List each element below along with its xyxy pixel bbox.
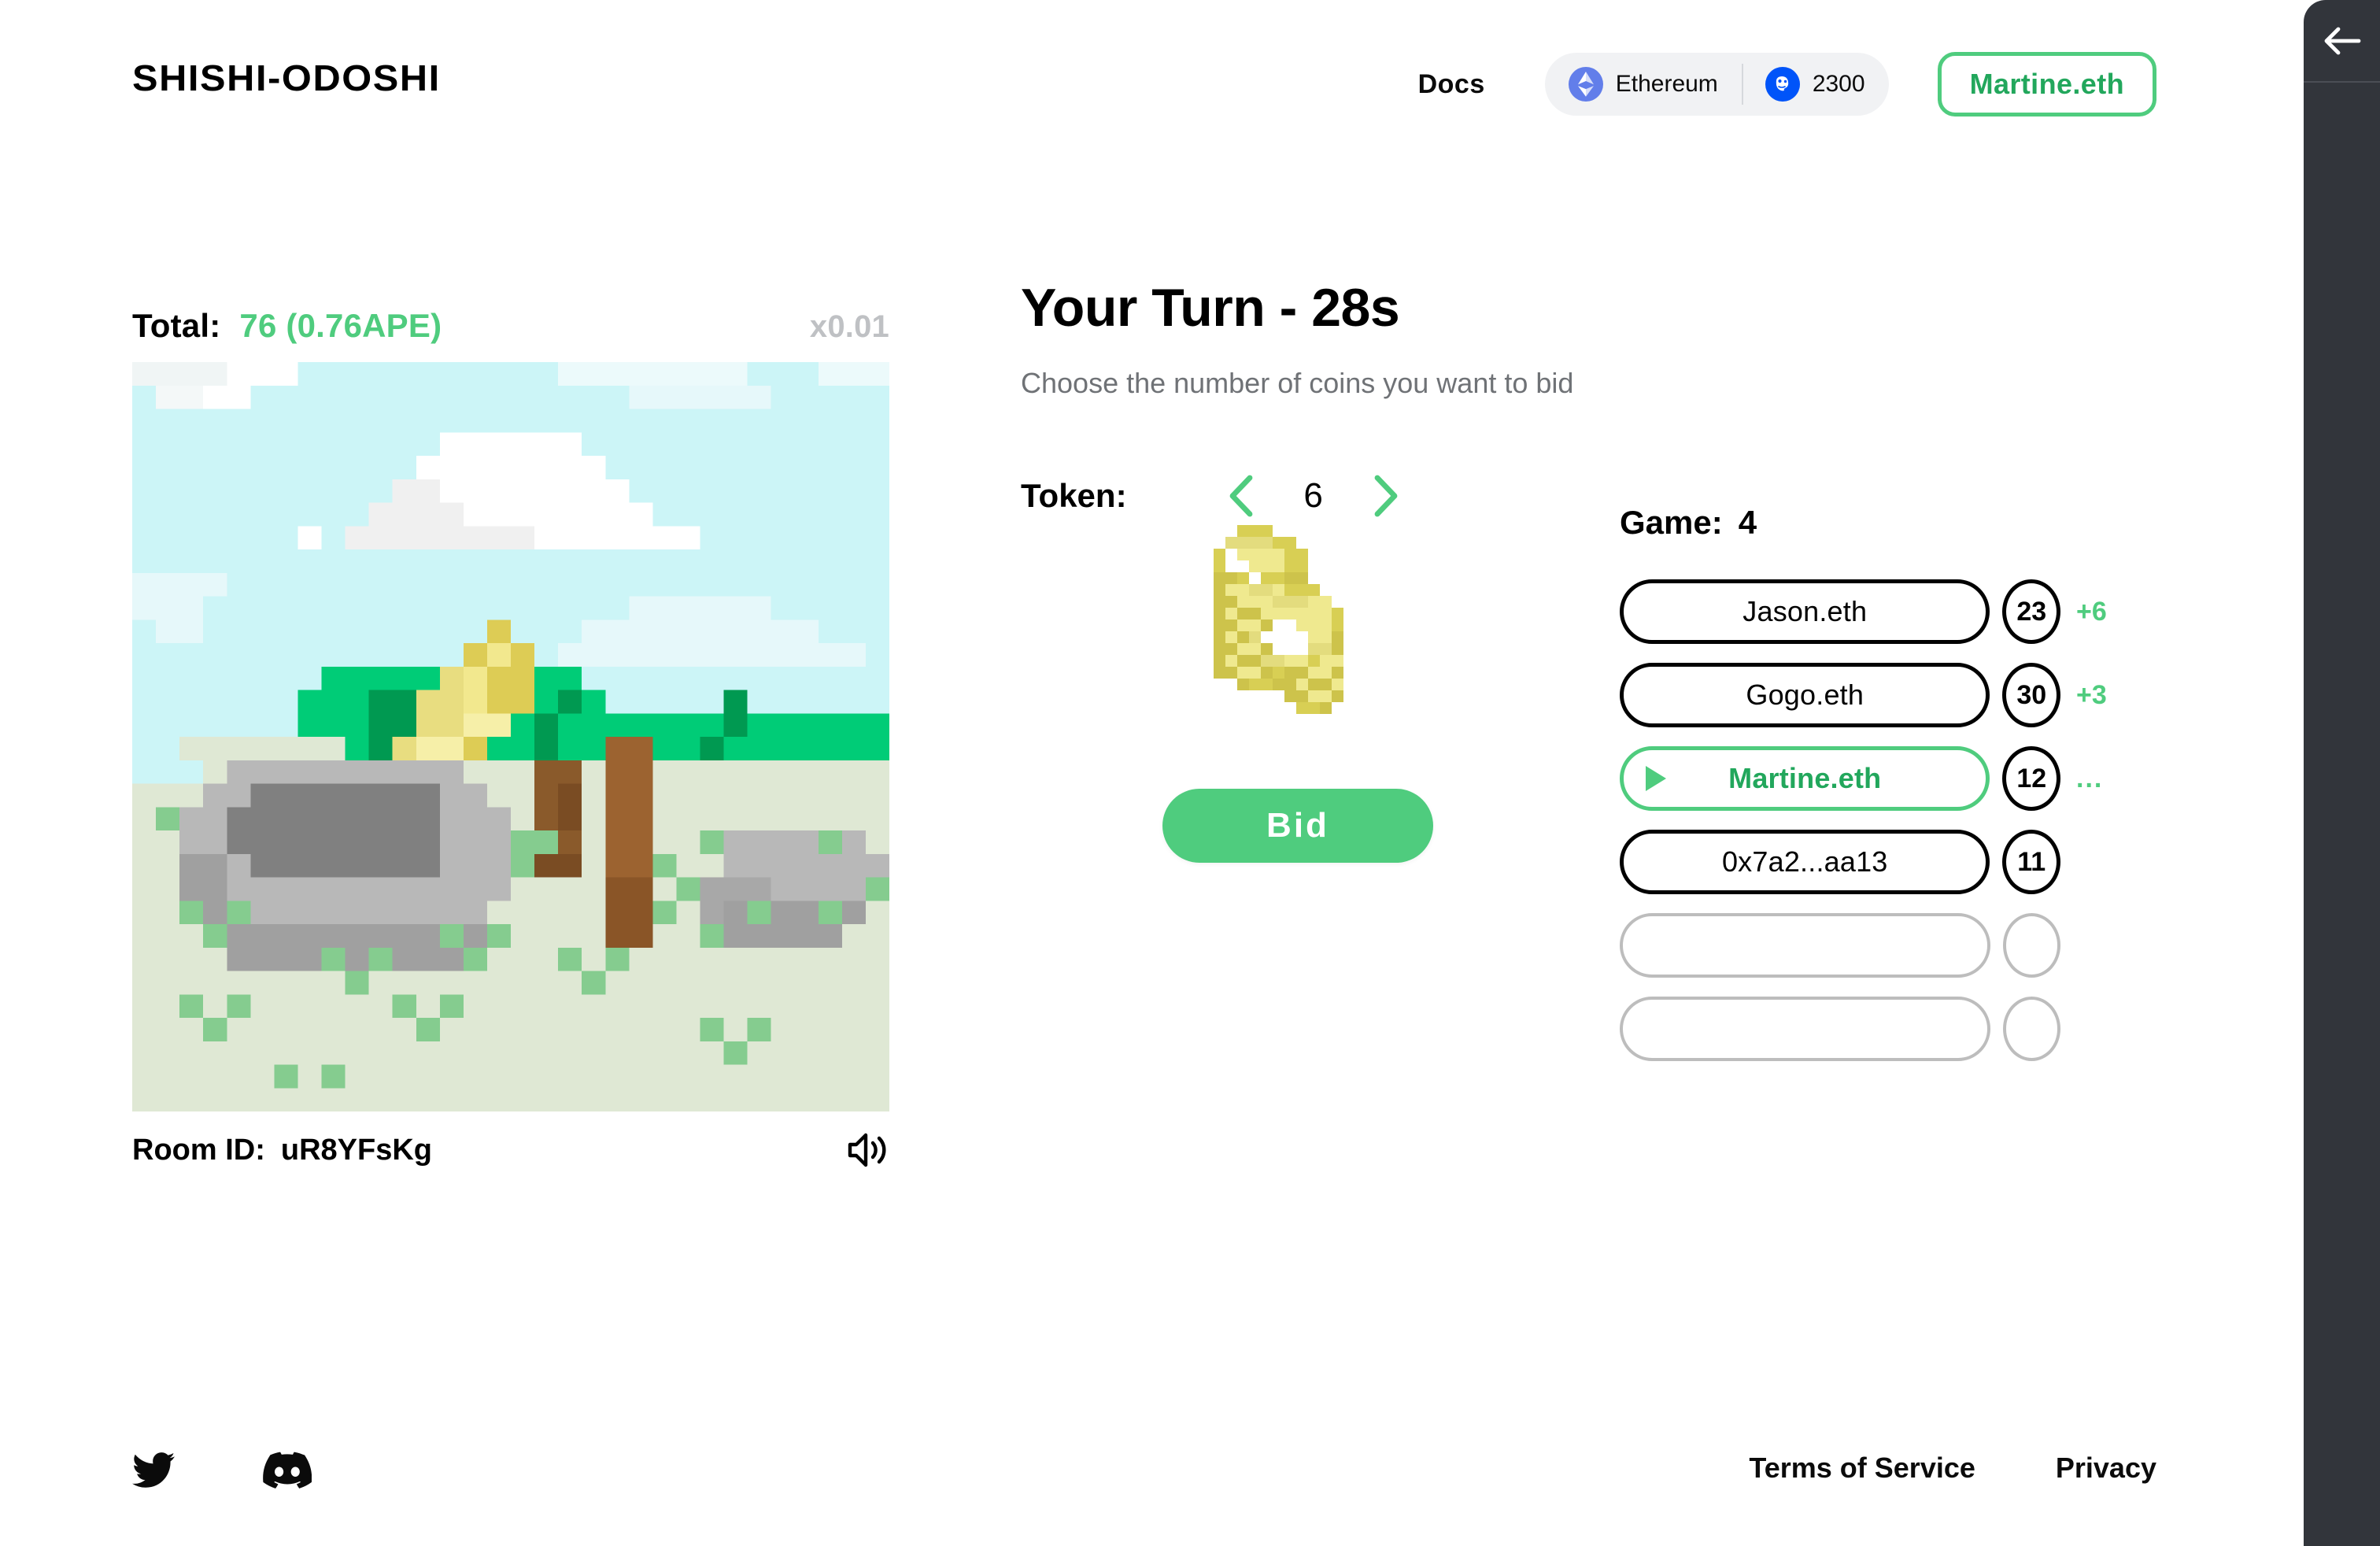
game-scene-panel: Total: 76 (0.76APE) x0.01 Room ID: uR8YF… bbox=[132, 307, 889, 1168]
table-row: Gogo.eth 30 +3 bbox=[1620, 663, 2123, 727]
table-row-empty bbox=[1620, 997, 2123, 1061]
app-header: SHISHI-ODOSHI Docs Ethereum 2300 Martine… bbox=[0, 0, 2304, 165]
twitter-icon[interactable] bbox=[132, 1452, 176, 1489]
game-round-label: Game: 4 bbox=[1620, 504, 2123, 542]
player-score-badge: 12 bbox=[2002, 746, 2060, 811]
player-score-badge: 30 bbox=[2002, 663, 2060, 727]
player-pill-empty bbox=[1620, 997, 1990, 1061]
player-score: 30 bbox=[2016, 679, 2047, 710]
play-arrow-icon bbox=[1646, 766, 1666, 791]
token-label: Token: bbox=[1021, 477, 1127, 514]
network-chip-label: Ethereum bbox=[1615, 71, 1718, 97]
player-name: Gogo.eth bbox=[1746, 679, 1864, 711]
player-pill[interactable]: Jason.eth bbox=[1620, 579, 1990, 644]
player-score-badge-empty bbox=[2002, 997, 2060, 1061]
player-name: 0x7a2...aa13 bbox=[1721, 845, 1888, 878]
side-drawer bbox=[2304, 0, 2380, 1546]
footer-links: Terms of Service Privacy bbox=[1749, 1452, 2156, 1485]
player-name: Jason.eth bbox=[1743, 595, 1868, 627]
app-logo[interactable]: SHISHI-ODOSHI bbox=[132, 57, 441, 99]
ape-coin-icon bbox=[1765, 67, 1800, 102]
ethereum-icon bbox=[1568, 67, 1603, 102]
game-round-value: 4 bbox=[1738, 504, 1757, 541]
player-score: 23 bbox=[2016, 596, 2047, 627]
arrow-left-icon[interactable] bbox=[2323, 24, 2362, 57]
network-chip[interactable]: Ethereum bbox=[1545, 53, 1742, 116]
table-row: Jason.eth 23 +6 bbox=[1620, 579, 2123, 644]
balance-chip[interactable]: 2300 bbox=[1741, 53, 1889, 116]
total-value: 76 (0.76APE) bbox=[239, 307, 442, 344]
docs-link[interactable]: Docs bbox=[1418, 69, 1485, 100]
player-pill-active[interactable]: Martine.eth bbox=[1620, 746, 1990, 811]
room-row: Room ID: uR8YFsKg bbox=[132, 1132, 889, 1168]
player-delta: +3 bbox=[2076, 679, 2107, 710]
speaker-icon[interactable] bbox=[847, 1132, 889, 1168]
table-row-empty bbox=[1620, 913, 2123, 978]
total-row: Total: 76 (0.76APE) x0.01 bbox=[132, 307, 889, 345]
header-actions: Docs Ethereum 2300 Martine.eth bbox=[1418, 52, 2156, 117]
player-pill[interactable]: Gogo.eth bbox=[1620, 663, 1990, 727]
social-links bbox=[132, 1452, 312, 1489]
pixel-art-game-scene bbox=[132, 362, 889, 1111]
turn-title: Your Turn - 28s bbox=[1021, 278, 1400, 338]
wallet-info-chips: Ethereum 2300 bbox=[1544, 53, 1889, 116]
bid-panel: Your Turn - 28s Choose the number of coi… bbox=[1021, 277, 1574, 863]
pixel-coins-icon bbox=[1178, 513, 1414, 753]
player-name: Martine.eth bbox=[1728, 762, 1882, 794]
privacy-link[interactable]: Privacy bbox=[2056, 1452, 2156, 1485]
room-id-label: Room ID: bbox=[132, 1133, 265, 1167]
bid-button-label: Bid bbox=[1266, 806, 1329, 845]
player-pill-empty bbox=[1620, 913, 1990, 978]
discord-icon[interactable] bbox=[263, 1452, 312, 1489]
player-score: 11 bbox=[2017, 846, 2046, 877]
app-root: SHISHI-ODOSHI Docs Ethereum 2300 Martine… bbox=[0, 0, 2380, 1546]
players-panel: Game: 4 Jason.eth 23 +6 Gogo.eth 30 +3 Ma… bbox=[1620, 504, 2123, 1080]
drawer-header bbox=[2304, 0, 2380, 83]
wallet-button[interactable]: Martine.eth bbox=[1937, 52, 2156, 117]
player-score: 12 bbox=[2016, 763, 2047, 793]
balance-chip-label: 2300 bbox=[1812, 71, 1865, 97]
token-value: 6 bbox=[1303, 476, 1323, 515]
room-id-value: uR8YFsKg bbox=[280, 1133, 433, 1167]
app-footer: Terms of Service Privacy bbox=[0, 1389, 2304, 1546]
player-score-badge: 11 bbox=[2002, 830, 2060, 894]
player-delta: ... bbox=[2076, 763, 2104, 793]
terms-of-service-link[interactable]: Terms of Service bbox=[1749, 1452, 1975, 1485]
player-score-badge-empty bbox=[2002, 913, 2060, 978]
total-label: Total: bbox=[132, 307, 221, 344]
wallet-button-label: Martine.eth bbox=[1969, 68, 2124, 100]
player-delta: +6 bbox=[2076, 596, 2107, 627]
table-row: Martine.eth 12 ... bbox=[1620, 746, 2123, 811]
multiplier-value: x0.01 bbox=[809, 309, 889, 344]
game-label-text: Game: bbox=[1620, 504, 1723, 541]
player-pill[interactable]: 0x7a2...aa13 bbox=[1620, 830, 1990, 894]
bid-button[interactable]: Bid bbox=[1162, 789, 1433, 863]
turn-subtitle: Choose the number of coins you want to b… bbox=[1021, 367, 1574, 399]
table-row: 0x7a2...aa13 11 bbox=[1620, 830, 2123, 894]
player-score-badge: 23 bbox=[2002, 579, 2060, 644]
